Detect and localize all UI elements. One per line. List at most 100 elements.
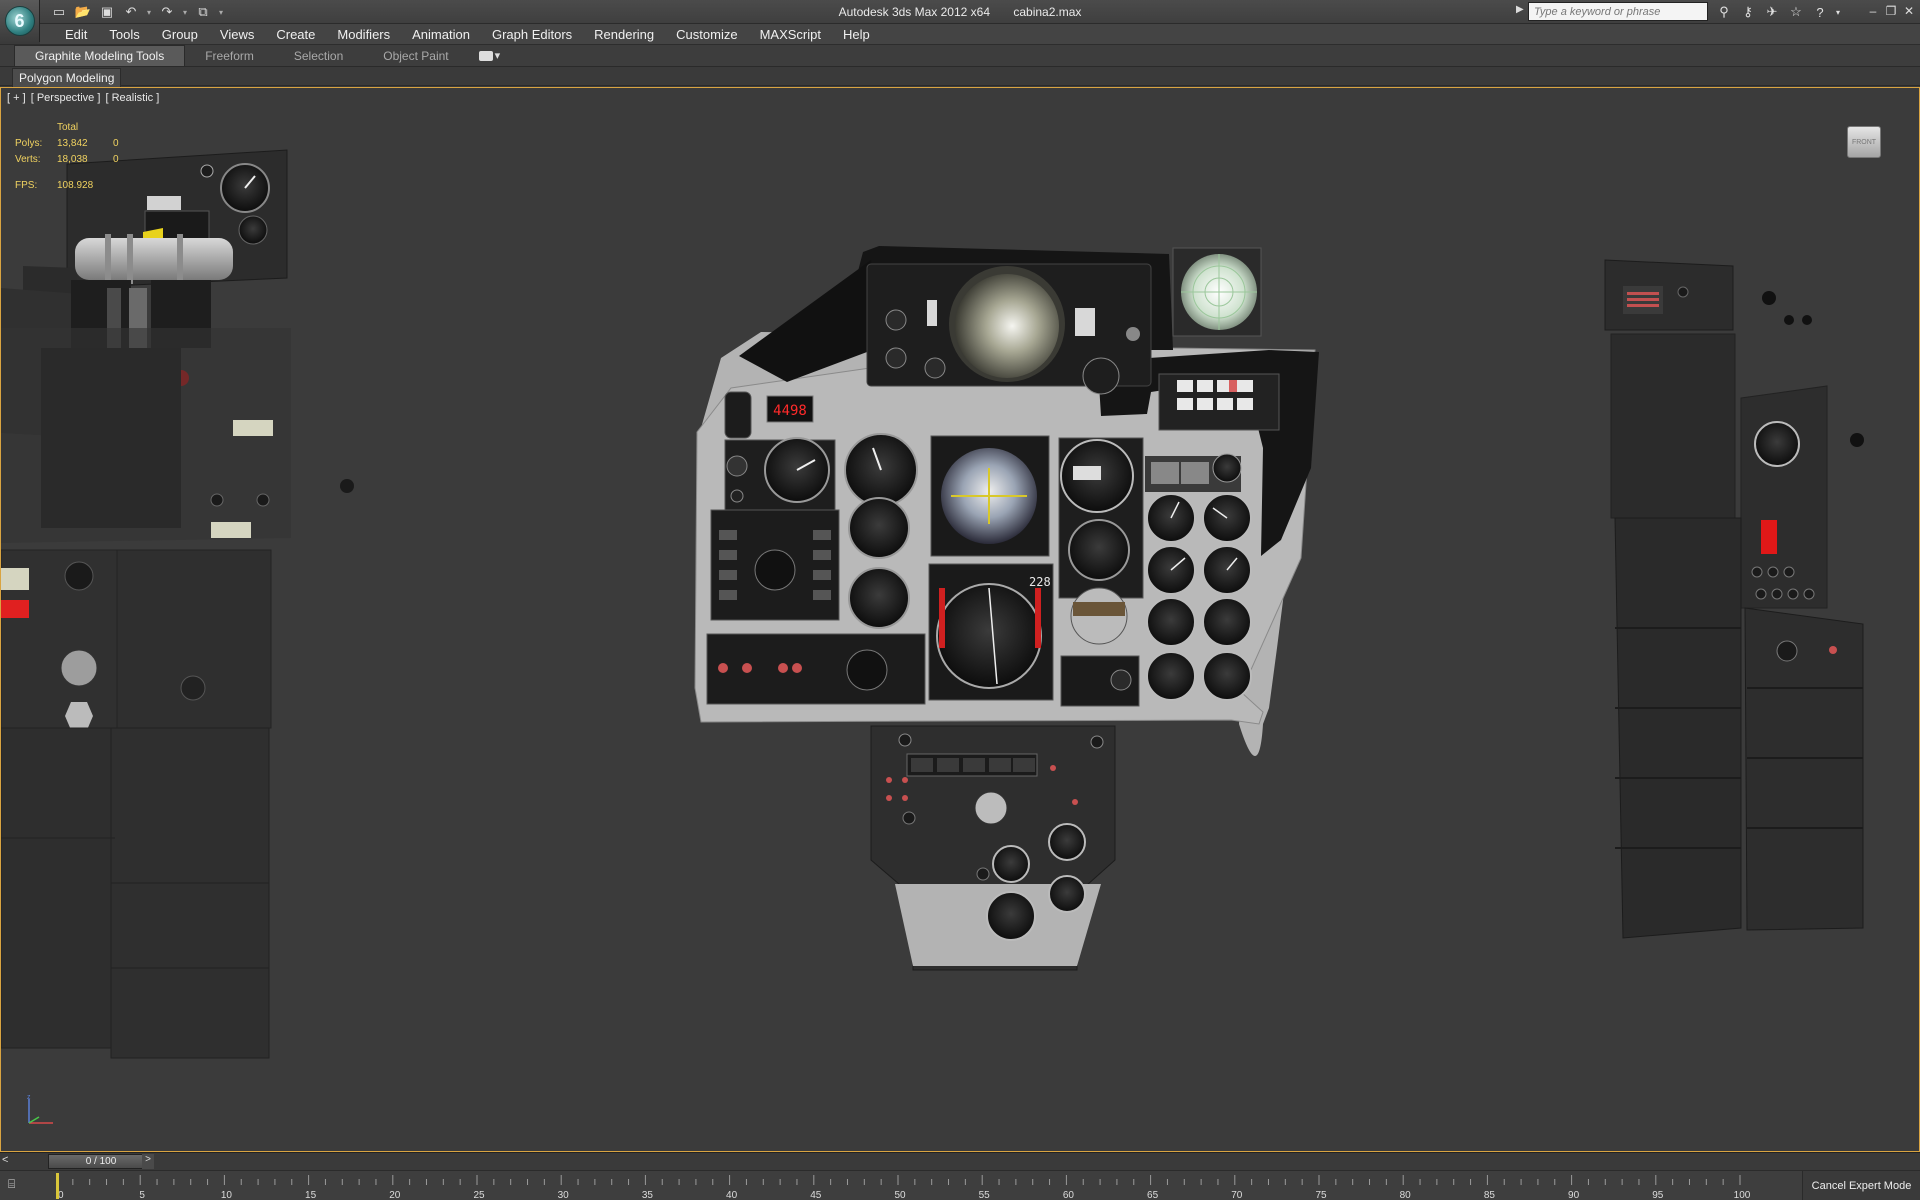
frame-tick-label: 50 bbox=[894, 1190, 906, 1200]
vertical-speed-indicator bbox=[1068, 519, 1130, 581]
title-bar: ▭ 📂 ▣ ↶ ▾ ↷ ▾ ⧉ ▾ Autodesk 3ds Max 2012 … bbox=[0, 0, 1920, 24]
application-button[interactable]: 6 bbox=[0, 0, 40, 42]
frame-tick-label: 45 bbox=[810, 1190, 822, 1200]
project-folder-icon[interactable]: ⧉ bbox=[192, 2, 214, 22]
ribbon-dropdown-icon: ▾ bbox=[494, 50, 501, 62]
mini-curve-editor-icon[interactable]: ⌸ bbox=[8, 1177, 32, 1195]
menu-graph-editors[interactable]: Graph Editors bbox=[481, 27, 583, 42]
menu-tools[interactable]: Tools bbox=[98, 27, 150, 42]
frame-tick-label: 85 bbox=[1484, 1190, 1496, 1200]
redo-icon[interactable]: ↷ bbox=[156, 2, 178, 22]
previous-frame-icon[interactable]: < bbox=[2, 1154, 14, 1169]
perspective-viewport[interactable]: 4498 228 [+] [Perspective] [Realist… bbox=[0, 87, 1920, 1152]
horizontal-situation-indicator bbox=[936, 583, 1042, 689]
binoculars-icon[interactable]: ⚲ bbox=[1714, 2, 1734, 22]
menu-modifiers[interactable]: Modifiers bbox=[326, 27, 401, 42]
menu-help[interactable]: Help bbox=[832, 27, 881, 42]
search-expand-icon[interactable]: ▶ bbox=[1516, 4, 1524, 15]
stats-verts-label: Verts: bbox=[15, 154, 41, 165]
tab-object-paint[interactable]: Object Paint bbox=[363, 46, 468, 66]
svg-text:z: z bbox=[27, 1094, 31, 1101]
frame-tick-label: 35 bbox=[642, 1190, 654, 1200]
axis-tripod-icon: z bbox=[27, 1094, 53, 1124]
ribbon-tabs: Graphite Modeling Tools Freeform Selecti… bbox=[0, 44, 1920, 66]
cockpit-model: 4498 228 bbox=[1, 149, 1864, 1059]
menu-rendering[interactable]: Rendering bbox=[583, 27, 665, 42]
menu-customize[interactable]: Customize bbox=[665, 27, 748, 42]
menu-create[interactable]: Create bbox=[265, 27, 326, 42]
frame-tick-label: 95 bbox=[1652, 1190, 1664, 1200]
frame-tick-label: 80 bbox=[1400, 1190, 1412, 1200]
undo-icon[interactable]: ↶ bbox=[120, 2, 142, 22]
menu-views[interactable]: Views bbox=[209, 27, 265, 42]
menu-bar: Edit Tools Group Views Create Modifiers Animat… bbox=[40, 24, 1920, 44]
menu-group[interactable]: Group bbox=[151, 27, 209, 42]
file-name: cabina2.max bbox=[1013, 5, 1082, 19]
stats-fps-value: 108.928 bbox=[57, 180, 94, 191]
save-icon[interactable]: ▣ bbox=[96, 2, 118, 22]
viewport-view-label[interactable]: [ Perspective ] bbox=[31, 92, 101, 104]
polygon-modeling-panel[interactable]: Polygon Modeling bbox=[12, 68, 122, 88]
red-handle bbox=[1761, 520, 1777, 554]
frame-tick-label: 30 bbox=[558, 1190, 570, 1200]
tab-graphite-modeling-tools[interactable]: Graphite Modeling Tools bbox=[14, 45, 186, 66]
favorites-star-icon[interactable]: ☆ bbox=[1786, 2, 1806, 22]
viewport-menu-plus[interactable]: [ + ] bbox=[7, 92, 26, 104]
menu-edit[interactable]: Edit bbox=[54, 27, 98, 42]
current-frame-marker[interactable] bbox=[56, 1173, 59, 1199]
frame-tick-label: 40 bbox=[726, 1190, 738, 1200]
quick-access-dropdown-icon[interactable]: ▾ bbox=[216, 2, 226, 22]
frame-tick-label: 75 bbox=[1315, 1190, 1327, 1200]
frame-tick-label: 20 bbox=[389, 1190, 401, 1200]
frame-tick-label: 100 bbox=[1734, 1190, 1751, 1200]
stats-polys-total: 13,842 bbox=[57, 138, 88, 149]
communication-center-icon[interactable]: ✈ bbox=[1762, 2, 1782, 22]
frame-tick-label: 10 bbox=[221, 1190, 233, 1200]
frame-tick-label: 70 bbox=[1231, 1190, 1243, 1200]
frame-tick-label: 25 bbox=[473, 1190, 485, 1200]
help-icon[interactable]: ? bbox=[1810, 2, 1830, 22]
track-bar: ⌸ 0 5 10 15 20 25 30 35 40 45 50 55 60 65 70 75 80 85 90 95… bbox=[0, 1170, 1920, 1200]
viewcube[interactable]: FRONT bbox=[1847, 126, 1881, 158]
left-console bbox=[1, 149, 354, 1059]
close-icon[interactable]: ✕ bbox=[1902, 2, 1916, 20]
ribbon-toggle-icon bbox=[478, 50, 493, 61]
redo-dropdown-icon[interactable]: ▾ bbox=[180, 2, 190, 22]
viewport-shading-label[interactable]: [ Realistic ] bbox=[105, 92, 159, 104]
tab-freeform[interactable]: Freeform bbox=[185, 46, 274, 66]
frame-tick-label: 15 bbox=[305, 1190, 317, 1200]
tab-selection[interactable]: Selection bbox=[274, 46, 363, 66]
subscription-key-icon[interactable]: ⚷ bbox=[1738, 2, 1758, 22]
frame-ruler[interactable]: 0 5 10 15 20 25 30 35 40 45 50 55 60 65 70 75 80 85 90 95 10… bbox=[56, 1171, 1796, 1200]
undo-dropdown-icon[interactable]: ▾ bbox=[144, 2, 154, 22]
infocenter-toolbar: ⚲ ⚷ ✈ ☆ ? ▾ bbox=[1714, 2, 1842, 22]
right-console bbox=[1604, 259, 1864, 939]
search-input[interactable]: Type a keyword or phrase bbox=[1528, 2, 1708, 21]
digital-readout: 4498 bbox=[773, 403, 807, 419]
time-slider-bar: < 0 / 100 > bbox=[0, 1152, 1920, 1170]
throttle-handle bbox=[75, 238, 233, 280]
ribbon-panel: Polygon Modeling bbox=[0, 66, 1920, 88]
frame-tick-label: 60 bbox=[1063, 1190, 1075, 1200]
next-frame-icon[interactable]: > bbox=[142, 1154, 154, 1169]
restore-icon[interactable]: ❐ bbox=[1884, 2, 1898, 20]
frame-tick-label: 55 bbox=[979, 1190, 991, 1200]
new-file-icon[interactable]: ▭ bbox=[48, 2, 70, 22]
stats-total-header: Total bbox=[57, 122, 79, 133]
ribbon-options-button[interactable]: ▾ bbox=[478, 49, 501, 62]
app-logo-icon: 6 bbox=[4, 6, 35, 36]
help-dropdown-icon[interactable]: ▾ bbox=[1834, 2, 1842, 22]
menu-animation[interactable]: Animation bbox=[401, 27, 481, 42]
menu-maxscript[interactable]: MAXScript bbox=[749, 27, 832, 42]
frame-tick-label: 5 bbox=[139, 1190, 145, 1200]
viewport-label[interactable]: [ + ] [ Perspective ] [ Realistic ] bbox=[7, 92, 161, 104]
quick-access-toolbar: ▭ 📂 ▣ ↶ ▾ ↷ ▾ ⧉ ▾ bbox=[48, 2, 226, 22]
open-file-icon[interactable]: 📂 bbox=[72, 2, 94, 22]
stats-verts-total: 18,038 bbox=[57, 154, 88, 165]
stats-polys-label: Polys: bbox=[15, 138, 43, 149]
center-pedestal bbox=[870, 725, 1116, 971]
minimize-icon[interactable]: – bbox=[1866, 2, 1880, 20]
cancel-expert-mode-button[interactable]: Cancel Expert Mode bbox=[1802, 1171, 1920, 1200]
time-slider[interactable]: 0 / 100 bbox=[48, 1154, 154, 1169]
app-name: Autodesk 3ds Max 2012 x64 bbox=[838, 5, 991, 19]
